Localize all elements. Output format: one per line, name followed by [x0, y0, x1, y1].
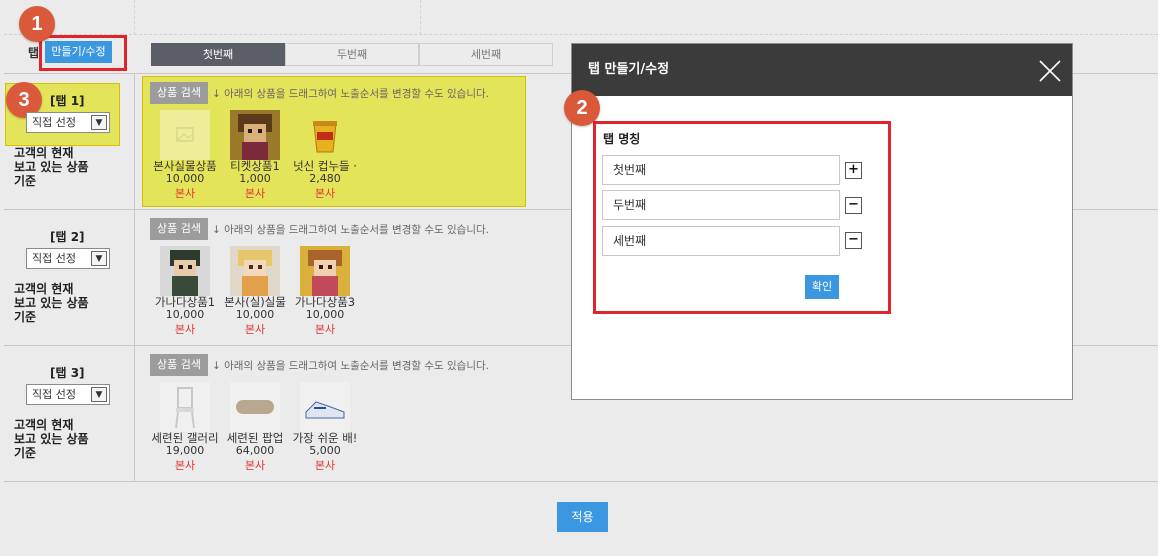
row2-title: [탭 2] — [50, 230, 85, 244]
product-seller: 본사 — [314, 323, 336, 336]
divider — [420, 0, 421, 35]
pixel-character-icon[interactable] — [230, 110, 280, 160]
product-price: 64,000 — [235, 444, 275, 457]
pixel-character-icon[interactable] — [160, 246, 210, 296]
highlight-box-1 — [39, 35, 127, 71]
product-seller: 본사 — [244, 323, 266, 336]
modal-title: 탭 만들기/수정 — [572, 44, 1072, 96]
close-icon[interactable] — [1038, 59, 1062, 83]
tab-name-section-label: 탭 명칭 — [603, 132, 641, 146]
row1-drag-hint: ↓ 아래의 상품을 드래그하여 노출순서를 변경할 수도 있습니다. — [212, 88, 489, 100]
product-price: 10,000 — [165, 172, 205, 185]
product-price: 5,000 — [309, 444, 341, 457]
tab-name-field-2[interactable]: 두번째 — [602, 190, 840, 220]
chevron-down-icon: ▼ — [91, 251, 107, 266]
tab-third[interactable]: 세번째 — [419, 43, 553, 66]
confirm-button[interactable]: 확인 — [805, 275, 839, 299]
divider — [134, 73, 135, 482]
product-price: 10,000 — [235, 308, 275, 321]
tab-name-field-3[interactable]: 세번째 — [602, 226, 840, 256]
tab-first[interactable]: 첫번째 — [151, 43, 285, 66]
select-value: 직접 선정 — [32, 388, 76, 401]
row2-product-search-button[interactable]: 상품 검색 — [150, 218, 208, 240]
row3-select[interactable]: 직접 선정 ▼ — [26, 384, 110, 405]
minus-icon[interactable]: − — [845, 232, 862, 249]
row3-drag-hint: ↓ 아래의 상품을 드래그하여 노출순서를 변경할 수도 있습니다. — [212, 360, 489, 372]
apply-button[interactable]: 적용 — [557, 502, 608, 532]
row2-desc-3: 기준 — [14, 310, 37, 324]
product-seller: 본사 — [244, 459, 266, 472]
divider — [4, 34, 1158, 35]
tab-second[interactable]: 두번째 — [285, 43, 419, 66]
chevron-down-icon: ▼ — [91, 387, 107, 402]
cup-noodle-icon[interactable] — [300, 110, 350, 160]
product-seller: 본사 — [174, 323, 196, 336]
product-seller: 본사 — [174, 459, 196, 472]
pixel-character-icon[interactable] — [300, 246, 350, 296]
row1-product-search-button[interactable]: 상품 검색 — [150, 82, 208, 104]
row2-select[interactable]: 직접 선정 ▼ — [26, 248, 110, 269]
product-price: 19,000 — [165, 444, 205, 457]
row2-drag-hint: ↓ 아래의 상품을 드래그하여 노출순서를 변경할 수도 있습니다. — [212, 224, 489, 236]
row3-title: [탭 3] — [50, 366, 85, 380]
divider — [4, 481, 1158, 482]
product-price: 2,480 — [309, 172, 341, 185]
pixel-character-icon[interactable] — [230, 246, 280, 296]
chair-icon[interactable] — [160, 382, 210, 432]
chevron-down-icon: ▼ — [91, 115, 107, 130]
row3-product-search-button[interactable]: 상품 검색 — [150, 354, 208, 376]
tab-label: 탭 — [28, 46, 40, 60]
row1-desc-3: 기준 — [14, 174, 37, 188]
row3-desc-3: 기준 — [14, 446, 37, 460]
row1-select[interactable]: 직접 선정 ▼ — [26, 112, 110, 133]
minus-icon[interactable]: − — [845, 197, 862, 214]
select-value: 직접 선정 — [32, 252, 76, 265]
sneaker-icon[interactable] — [300, 382, 350, 432]
row1-title: [탭 1] — [50, 94, 85, 108]
product-seller: 본사 — [314, 459, 336, 472]
plus-icon[interactable]: + — [845, 162, 862, 179]
product-price: 10,000 — [165, 308, 205, 321]
select-value: 직접 선정 — [32, 116, 76, 129]
placeholder-image-icon[interactable] — [160, 110, 210, 160]
tab-name-field-1[interactable]: 첫번째 — [602, 155, 840, 185]
product-price: 1,000 — [239, 172, 271, 185]
divider — [134, 0, 135, 35]
product-seller: 본사 — [244, 187, 266, 200]
product-seller: 본사 — [314, 187, 336, 200]
step-badge-1: 1 — [19, 6, 55, 42]
product-price: 10,000 — [305, 308, 345, 321]
pillow-icon[interactable] — [230, 382, 280, 432]
step-badge-2: 2 — [564, 90, 600, 126]
product-seller: 본사 — [174, 187, 196, 200]
